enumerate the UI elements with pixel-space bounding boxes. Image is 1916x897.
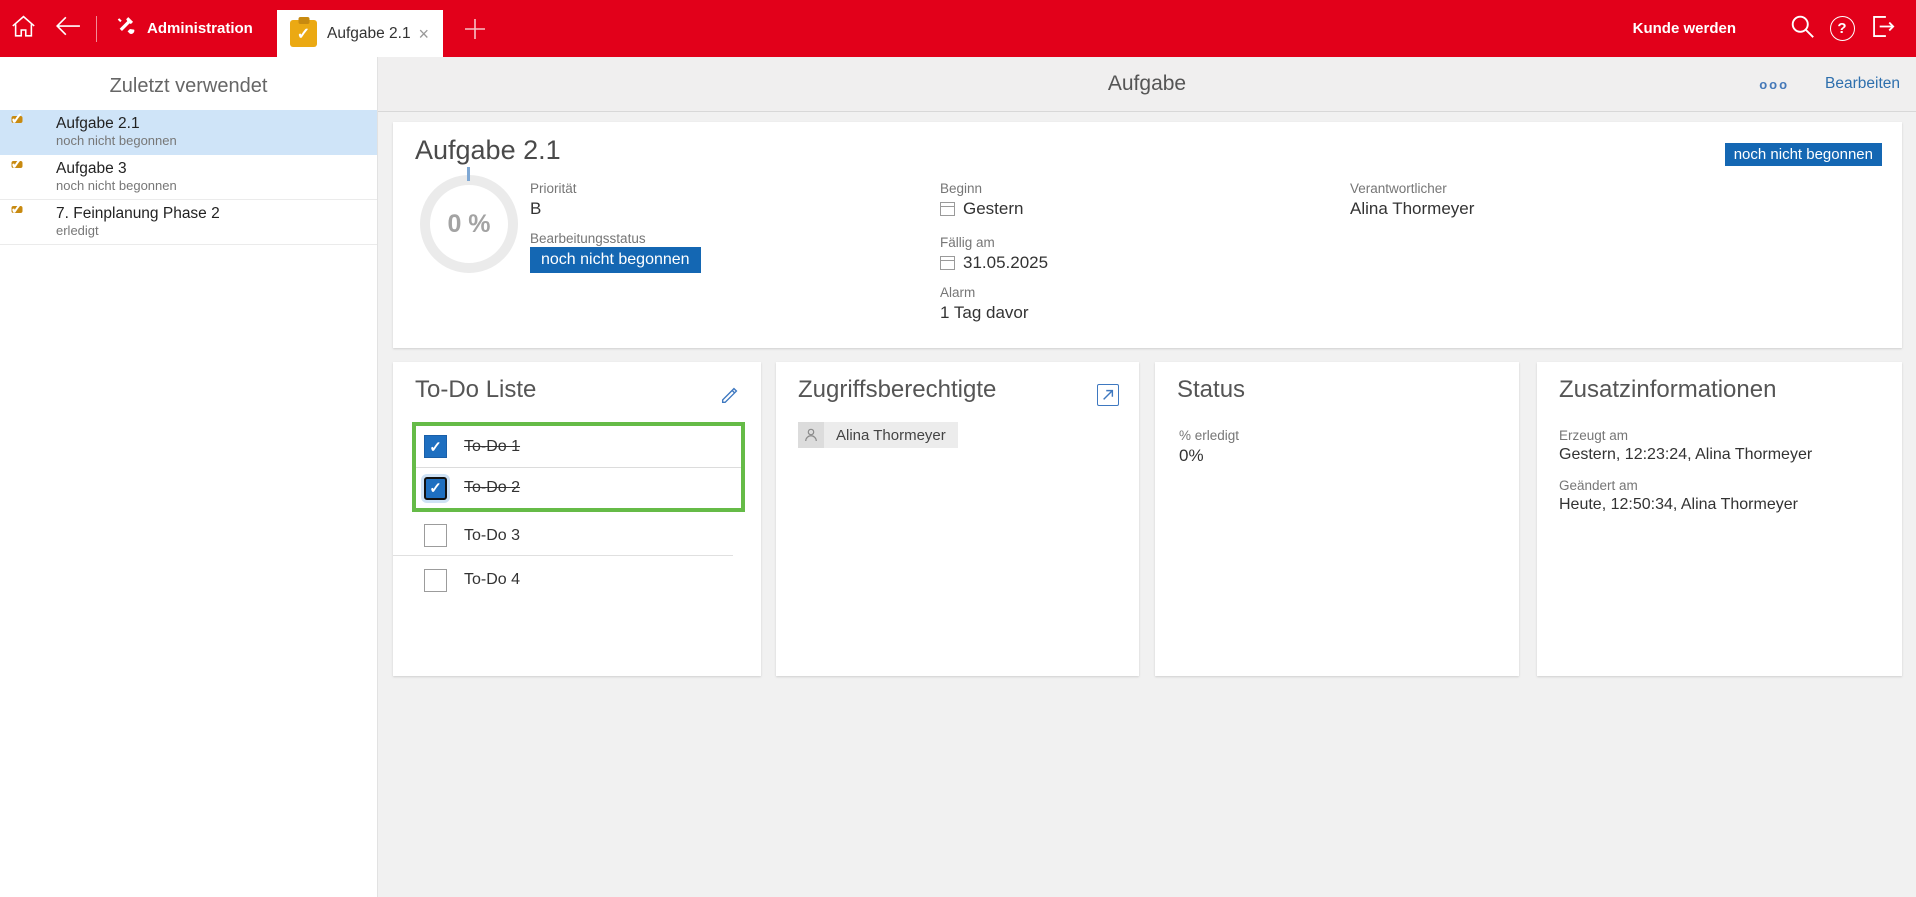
- status-card: Status % erledigt 0%: [1155, 362, 1519, 676]
- tab-aufgabe-2-1[interactable]: ✓ Aufgabe 2.1 ×: [277, 10, 443, 57]
- logout-icon: [1869, 13, 1896, 45]
- sidebar-item-status: noch nicht begonnen: [56, 178, 177, 194]
- progress-ring-tick: [467, 167, 470, 181]
- editstatus-badge: noch nicht begonnen: [530, 247, 701, 273]
- sidebar-recently-used: Zuletzt verwendet ✓ Aufgabe 2.1 noch nic…: [0, 57, 378, 897]
- page-header: Aufgabe ooo Bearbeiten: [378, 57, 1916, 112]
- person-name: Alina Thormeyer: [824, 422, 958, 448]
- tools-icon: [115, 15, 137, 42]
- access-card: Zugriffsberechtigte Alina Thormeyer: [776, 362, 1139, 676]
- todo-item-4[interactable]: To-Do 4: [393, 560, 733, 600]
- task-clipboard-icon: ✓: [290, 20, 317, 47]
- todo-checkbox-3[interactable]: [424, 524, 447, 547]
- progress-value: 0 %: [447, 210, 490, 239]
- home-button[interactable]: [0, 0, 46, 57]
- help-button[interactable]: ?: [1822, 0, 1862, 57]
- access-card-title: Zugriffsberechtigte: [798, 376, 996, 404]
- administration-tab-label: Administration: [147, 20, 253, 37]
- created-value: Gestern, 12:23:24, Alina Thormeyer: [1559, 446, 1812, 464]
- priority-label: Priorität: [530, 181, 577, 196]
- due-value: 31.05.2025: [963, 253, 1048, 273]
- new-tab-button[interactable]: [452, 0, 498, 57]
- task-clipboard-icon: ✓: [17, 119, 43, 145]
- due-value-row: 31.05.2025: [940, 253, 1048, 273]
- tab-close-icon[interactable]: ×: [414, 23, 433, 45]
- todo-label-4: To-Do 4: [464, 571, 520, 589]
- pencil-icon[interactable]: [719, 384, 741, 406]
- created-label: Erzeugt am: [1559, 428, 1628, 443]
- sidebar-item-feinplanung[interactable]: ✓ 7. Feinplanung Phase 2 erledigt: [0, 200, 377, 245]
- todo-card-title: To-Do Liste: [415, 376, 536, 404]
- calendar-icon: [940, 256, 955, 270]
- open-in-new-icon[interactable]: [1097, 384, 1119, 406]
- back-arrow-icon: [53, 13, 83, 44]
- modified-label: Geändert am: [1559, 478, 1638, 493]
- todo-item-1[interactable]: ✓ To-Do 1: [416, 426, 741, 467]
- todo-item-2[interactable]: ✓ To-Do 2: [416, 467, 741, 508]
- due-label: Fällig am: [940, 235, 995, 250]
- tab-administration[interactable]: Administration: [105, 0, 263, 57]
- sidebar-list: ✓ Aufgabe 2.1 noch nicht begonnen ✓ Aufg…: [0, 110, 377, 245]
- percent-done-value: 0%: [1179, 446, 1204, 466]
- app-window: Administration ✓ Aufgabe 2.1 × Kunde wer…: [0, 0, 1916, 897]
- begin-label: Beginn: [940, 181, 982, 196]
- sidebar-title: Zuletzt verwendet: [0, 75, 377, 98]
- become-customer-link[interactable]: Kunde werden: [1633, 20, 1736, 37]
- sidebar-item-aufgabe-3[interactable]: ✓ Aufgabe 3 noch nicht begonnen: [0, 155, 377, 200]
- help-icon: ?: [1830, 16, 1855, 41]
- logout-button[interactable]: [1862, 0, 1902, 57]
- top-bar: Administration ✓ Aufgabe 2.1 × Kunde wer…: [0, 0, 1916, 57]
- sidebar-item-title: Aufgabe 3: [56, 160, 177, 179]
- page-title: Aufgabe: [378, 72, 1916, 96]
- todo-checkbox-4[interactable]: [424, 569, 447, 592]
- todo-label-2: To-Do 2: [464, 479, 520, 497]
- sidebar-item-status: erledigt: [56, 223, 220, 239]
- sidebar-item-status: noch nicht begonnen: [56, 133, 177, 149]
- calendar-icon: [940, 202, 955, 216]
- more-actions-button[interactable]: ooo: [1759, 77, 1789, 92]
- todo-item-3[interactable]: To-Do 3: [393, 516, 733, 556]
- search-icon: [1789, 13, 1816, 45]
- info-card-title: Zusatzinformationen: [1559, 376, 1776, 404]
- todo-label-3: To-Do 3: [464, 527, 520, 545]
- progress-ring: 0 %: [420, 175, 518, 273]
- editstatus-label: Bearbeitungsstatus: [530, 231, 646, 246]
- todo-label-1: To-Do 1: [464, 438, 520, 456]
- todo-checkbox-1[interactable]: ✓: [424, 435, 447, 458]
- todo-highlight-box: ✓ To-Do 1 ✓ To-Do 2: [412, 422, 745, 512]
- sidebar-item-title: Aufgabe 2.1: [56, 115, 177, 134]
- edit-link[interactable]: Bearbeiten: [1825, 75, 1900, 93]
- alarm-label: Alarm: [940, 285, 975, 300]
- additional-info-card: Zusatzinformationen Erzeugt am Gestern, …: [1537, 362, 1902, 676]
- todo-checkbox-2[interactable]: ✓: [424, 477, 447, 500]
- begin-value-row: Gestern: [940, 199, 1023, 219]
- person-chip[interactable]: Alina Thormeyer: [798, 422, 958, 448]
- sidebar-item-title: 7. Feinplanung Phase 2: [56, 205, 220, 224]
- task-status-badge: noch nicht begonnen: [1725, 143, 1882, 166]
- back-button[interactable]: [46, 0, 90, 57]
- task-clipboard-icon: ✓: [17, 209, 43, 235]
- alarm-value: 1 Tag davor: [940, 303, 1029, 323]
- content-area: Aufgabe 2.1 0 % Priorität B Bearbeitungs…: [378, 112, 1916, 897]
- todo-list-card: To-Do Liste ✓ To-Do 1 ✓ To-Do 2 To-Do 3: [393, 362, 761, 676]
- topbar-right-group: Kunde werden ?: [1633, 0, 1902, 57]
- task-overview-card: Aufgabe 2.1 0 % Priorität B Bearbeitungs…: [393, 122, 1902, 348]
- sidebar-item-aufgabe-2-1[interactable]: ✓ Aufgabe 2.1 noch nicht begonnen: [0, 110, 377, 155]
- percent-done-label: % erledigt: [1179, 428, 1239, 443]
- home-icon: [10, 13, 37, 45]
- topbar-divider: [96, 16, 97, 42]
- responsible-label: Verantwortlicher: [1350, 181, 1447, 196]
- status-card-title: Status: [1177, 376, 1245, 404]
- person-icon: [798, 422, 824, 448]
- modified-value: Heute, 12:50:34, Alina Thormeyer: [1559, 496, 1798, 514]
- active-tab-title: Aufgabe 2.1: [327, 25, 411, 43]
- task-clipboard-icon: ✓: [17, 164, 43, 190]
- responsible-value: Alina Thormeyer: [1350, 199, 1474, 219]
- priority-value: B: [530, 199, 541, 219]
- task-title: Aufgabe 2.1: [415, 135, 561, 166]
- search-button[interactable]: [1782, 0, 1822, 57]
- begin-value: Gestern: [963, 199, 1023, 219]
